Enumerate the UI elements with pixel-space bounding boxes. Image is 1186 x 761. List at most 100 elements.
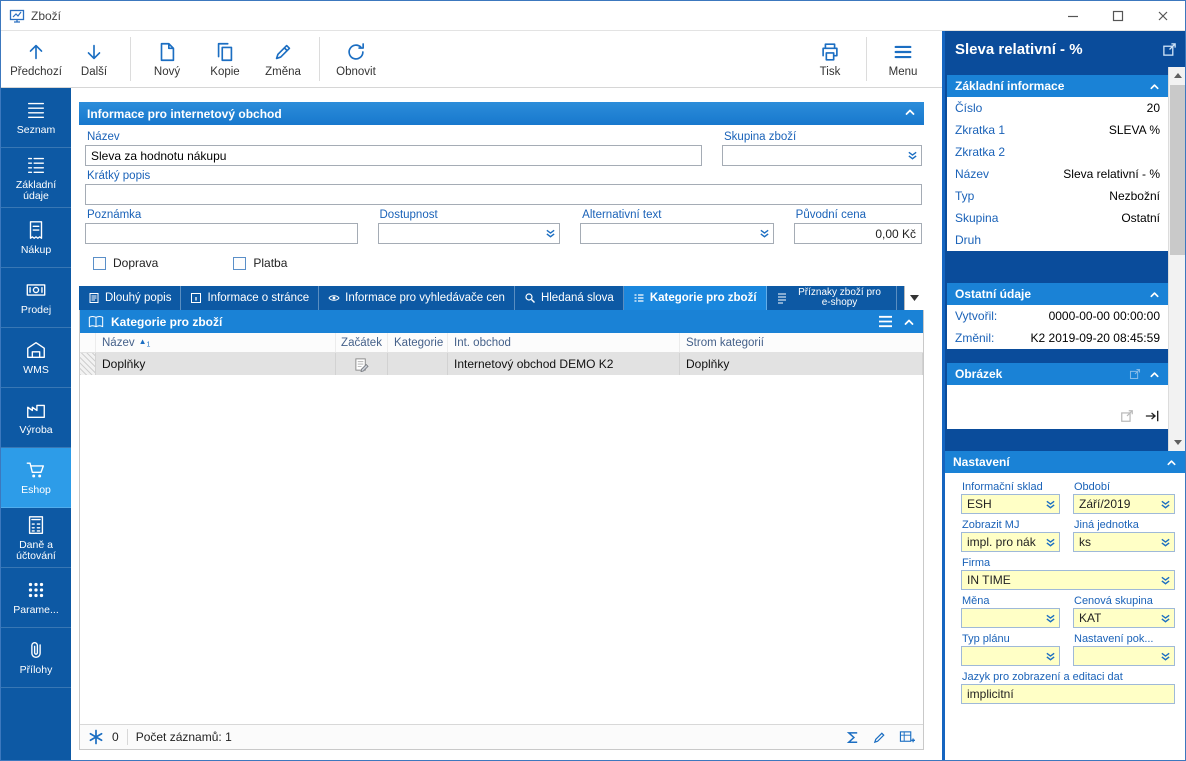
new-button[interactable]: Nový <box>138 34 196 84</box>
close-button[interactable] <box>1140 1 1185 30</box>
kratky-popis-input[interactable] <box>85 184 922 205</box>
sidebar-item-eshop[interactable]: Eshop <box>1 448 71 508</box>
sidebar-item-seznam[interactable]: Seznam <box>1 88 71 148</box>
toolbar-separator <box>866 37 867 81</box>
sidebar-item-nakup[interactable]: Nákup <box>1 208 71 268</box>
refresh-button[interactable]: Obnovit <box>327 34 385 84</box>
typ-planu-select[interactable] <box>961 646 1060 666</box>
sidebar-item-wms[interactable]: WMS <box>1 328 71 388</box>
column-header-zacatek[interactable]: Začátek <box>336 333 388 352</box>
platba-checkbox[interactable]: Platba <box>233 256 287 270</box>
cell-kategorie <box>388 353 448 375</box>
firma-select[interactable]: IN TIME <box>961 570 1175 590</box>
tab-overflow-button[interactable] <box>904 286 924 310</box>
column-header-selector[interactable] <box>80 333 96 352</box>
open-image-icon[interactable] <box>1129 368 1141 380</box>
tab-kategorie-pro-zbozi[interactable]: Kategorie pro zboží <box>623 286 767 310</box>
column-header-kategorie[interactable]: Kategorie <box>388 333 448 352</box>
poznamka-input[interactable] <box>85 223 358 244</box>
sidebar-item-parametry[interactable]: Parame... <box>1 568 71 628</box>
toolbar: Předchozí Další Nový Kopie Změna Obnovit… <box>1 31 942 88</box>
copy-button[interactable]: Kopie <box>196 34 254 84</box>
open-external-icon[interactable] <box>1120 409 1134 423</box>
section-header[interactable]: Základní informace <box>947 75 1168 97</box>
edit-record-icon[interactable] <box>872 730 887 745</box>
chevron-up-icon <box>1150 291 1159 297</box>
previous-button[interactable]: Předchozí <box>7 34 65 84</box>
row-selector[interactable] <box>80 353 96 375</box>
nastaveni-pokladny-select[interactable] <box>1073 646 1175 666</box>
scrollbar-thumb[interactable] <box>1170 85 1185 255</box>
change-button[interactable]: Změna <box>254 34 312 84</box>
dostupnost-select[interactable] <box>377 223 561 244</box>
dropdown-icon <box>1046 538 1055 547</box>
tab-informace-o-strance[interactable]: Informace o stránce <box>181 286 320 310</box>
menu-button[interactable]: Menu <box>874 34 932 84</box>
maximize-button[interactable] <box>1095 1 1140 30</box>
section-header[interactable]: Nastavení <box>945 451 1185 473</box>
grid-status-bar: 0 Počet záznamů: 1 <box>80 724 923 749</box>
puvodni-cena-field[interactable]: 0,00 Kč <box>793 223 923 244</box>
skupina-zbozi-select[interactable] <box>722 145 922 166</box>
cell-nazev: Doplňky <box>96 353 336 375</box>
sidebar-item-zakladni-udaje[interactable]: Základní údaje <box>1 148 71 208</box>
column-header-int-obchod[interactable]: Int. obchod <box>448 333 680 352</box>
obdobi-select[interactable]: Září/2019 <box>1073 494 1175 514</box>
doprava-checkbox[interactable]: Doprava <box>93 256 158 270</box>
field-label: Období <box>1074 481 1111 493</box>
paperclip-icon <box>31 642 41 659</box>
section-header[interactable]: Ostatní údaje <box>947 283 1168 305</box>
kratky-popis-label: Krátký popis <box>87 170 151 182</box>
tab-hledana-slova[interactable]: Hledaná slova <box>515 286 624 310</box>
eshop-form: Název Skupina zboží <box>79 125 924 282</box>
next-button[interactable]: Další <box>65 34 123 84</box>
sum-icon[interactable] <box>845 730 860 745</box>
cenova-skupina-select[interactable]: KAT <box>1073 608 1175 628</box>
zobrazit-mj-select[interactable]: impl. pro nák <box>961 532 1060 552</box>
titlebar: Zboží <box>1 1 1185 31</box>
tab-priznaky-zbozi-pro-eshopy[interactable]: Příznaky zboží pro e-shopy <box>767 286 897 310</box>
section-header[interactable]: Obrázek <box>947 363 1168 385</box>
jazyk-select[interactable]: implicitní <box>961 684 1175 704</box>
print-button[interactable]: Tisk <box>801 34 859 84</box>
nazev-input[interactable] <box>85 145 702 166</box>
sidebar-item-label: Základní údaje <box>15 178 57 202</box>
column-header-strom-kategorii[interactable]: Strom kategorií <box>680 333 923 352</box>
tab-dlouhy-popis[interactable]: Dlouhý popis <box>79 286 182 310</box>
cell-zacatek[interactable] <box>336 353 388 375</box>
table-settings-icon[interactable] <box>899 730 915 745</box>
poznamka-label: Poznámka <box>87 209 142 221</box>
field-label: Zkratka 1 <box>955 123 1006 137</box>
tab-informace-pro-vyhledavace-cen[interactable]: Informace pro vyhledávače cen <box>319 286 515 310</box>
sidebar-item-prodej[interactable]: Prodej <box>1 268 71 328</box>
dropdown-icon <box>546 229 555 238</box>
field-label: Jazyk pro zobrazení a editaci dat <box>962 671 1123 683</box>
field-label: Změnil: <box>955 331 995 345</box>
app-icon <box>9 9 25 23</box>
sidebar-item-vyroba[interactable]: Výroba <box>1 388 71 448</box>
minimize-button[interactable] <box>1050 1 1095 30</box>
scroll-down-button[interactable] <box>1169 434 1185 451</box>
sidebar-item-dane-a-uctovani[interactable]: Daně a účtování <box>1 508 71 568</box>
mena-select[interactable] <box>961 608 1060 628</box>
open-window-icon[interactable] <box>1162 42 1177 57</box>
informacni-sklad-select[interactable]: ESH <box>961 494 1060 514</box>
collapse-section-button[interactable] <box>904 106 916 121</box>
chevron-up-icon[interactable] <box>903 316 915 328</box>
alternativni-text-select[interactable] <box>580 223 774 244</box>
scroll-up-button[interactable] <box>1169 67 1185 84</box>
grid-menu-icon[interactable] <box>878 315 893 328</box>
maximize-icon <box>1112 10 1123 21</box>
list-icon <box>27 102 45 119</box>
preview-scrollbar[interactable] <box>1168 67 1185 451</box>
table-row[interactable]: Doplňky Internetový obchod DEMO K2 Doplň… <box>80 353 923 375</box>
jina-jednotka-select[interactable]: ks <box>1073 532 1175 552</box>
related-records-icon[interactable] <box>88 729 104 745</box>
field-row: Druh <box>947 229 1168 251</box>
dropdown-icon <box>1161 614 1170 623</box>
sidebar-item-prilohy[interactable]: Přílohy <box>1 628 71 688</box>
fit-width-icon[interactable] <box>1144 409 1160 423</box>
column-header-nazev[interactable]: Název ▲1 <box>96 333 336 352</box>
chevron-up-icon <box>1150 83 1159 89</box>
grid-titlebar: Kategorie pro zboží <box>80 310 923 333</box>
